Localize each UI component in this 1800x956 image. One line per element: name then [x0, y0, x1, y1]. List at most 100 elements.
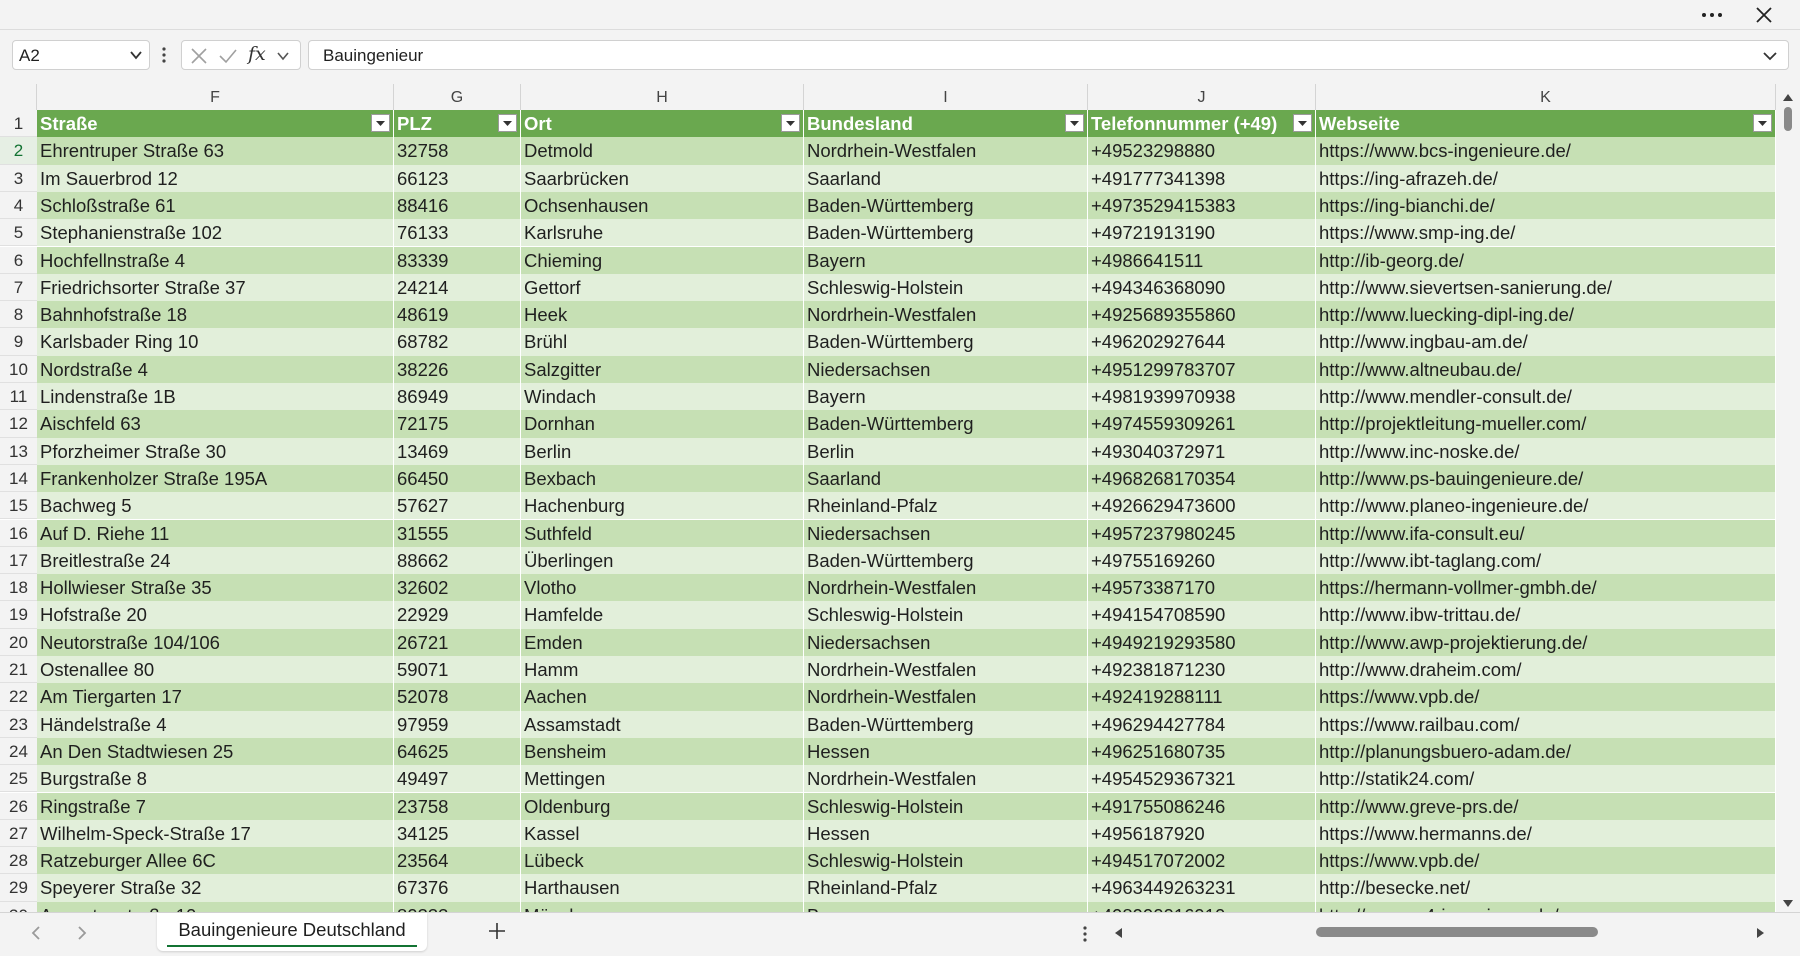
formula-input[interactable]: Bauingenieur: [308, 40, 1789, 70]
filter-dropdown-icon[interactable]: [1753, 114, 1772, 132]
table-cell[interactable]: Aachen: [521, 683, 804, 711]
table-cell[interactable]: Neutorstraße 104/106: [37, 628, 394, 656]
row-number[interactable]: 15: [0, 492, 37, 520]
table-cell[interactable]: +491777341398: [1088, 164, 1316, 192]
table-cell[interactable]: 48619: [394, 301, 521, 329]
table-cell[interactable]: 34125: [394, 819, 521, 848]
table-cell[interactable]: 13469: [394, 437, 521, 465]
table-cell[interactable]: https://www.hermanns.de/: [1316, 819, 1776, 848]
table-cell[interactable]: 76133: [394, 219, 521, 247]
row-number[interactable]: 9: [0, 328, 37, 356]
table-cell[interactable]: +492381871230: [1088, 656, 1316, 684]
table-cell[interactable]: https://www.railbau.com/: [1316, 710, 1776, 738]
table-cell[interactable]: http://www.planeo-ingenieure.de/: [1316, 492, 1776, 520]
table-cell[interactable]: Lübeck: [521, 847, 804, 875]
table-cell[interactable]: https://www.bcs-ingenieure.de/: [1316, 137, 1776, 165]
table-cell[interactable]: Bensheim: [521, 737, 804, 766]
table-cell[interactable]: Niedersachsen: [804, 628, 1088, 656]
table-cell[interactable]: Bahnhofstraße 18: [37, 301, 394, 329]
table-cell[interactable]: Aischfeld 63: [37, 410, 394, 438]
table-cell[interactable]: Wilhelm-Speck-Straße 17: [37, 819, 394, 848]
table-cell[interactable]: +4973529415383: [1088, 191, 1316, 220]
table-cell[interactable]: Saarland: [804, 164, 1088, 192]
table-cell[interactable]: Kassel: [521, 819, 804, 848]
table-cell[interactable]: 32758: [394, 137, 521, 165]
table-cell[interactable]: http://www.luecking-dipl-ing.de/: [1316, 301, 1776, 329]
row-number[interactable]: 13: [0, 437, 37, 465]
row-number[interactable]: 22: [0, 683, 37, 711]
table-cell[interactable]: Vlotho: [521, 574, 804, 602]
table-cell[interactable]: 52078: [394, 683, 521, 711]
table-cell[interactable]: Hamfelde: [521, 601, 804, 629]
row-number[interactable]: 29: [0, 874, 37, 902]
table-header-cell[interactable]: Straße: [37, 110, 394, 138]
table-cell[interactable]: 97959: [394, 710, 521, 738]
table-cell[interactable]: http://www.greve-prs.de/: [1316, 792, 1776, 820]
table-cell[interactable]: +491755086246: [1088, 792, 1316, 820]
table-cell[interactable]: Breitlestraße 24: [37, 546, 394, 575]
table-cell[interactable]: Nordrhein-Westfalen: [804, 137, 1088, 165]
table-header-cell[interactable]: Ort: [521, 110, 804, 138]
table-cell[interactable]: http://www.sievertsen-sanierung.de/: [1316, 273, 1776, 302]
table-cell[interactable]: +4956187920: [1088, 819, 1316, 848]
chevron-down-icon[interactable]: [276, 49, 290, 68]
table-cell[interactable]: 31555: [394, 519, 521, 547]
table-cell[interactable]: Schleswig-Holstein: [804, 792, 1088, 820]
expand-formula-icon[interactable]: [1762, 49, 1778, 68]
table-cell[interactable]: +4974559309261: [1088, 410, 1316, 438]
table-cell[interactable]: Chieming: [521, 246, 804, 274]
table-cell[interactable]: +496202927644: [1088, 328, 1316, 356]
row-number[interactable]: 27: [0, 819, 37, 848]
table-cell[interactable]: https://ing-bianchi.de/: [1316, 191, 1776, 220]
table-cell[interactable]: 64625: [394, 737, 521, 766]
table-cell[interactable]: Ratzeburger Allee 6C: [37, 847, 394, 875]
table-cell[interactable]: 66123: [394, 164, 521, 192]
table-cell[interactable]: http://www.awp-projektierung.de/: [1316, 628, 1776, 656]
table-cell[interactable]: Berlin: [521, 437, 804, 465]
table-cell[interactable]: Baden-Württemberg: [804, 410, 1088, 438]
table-cell[interactable]: 72175: [394, 410, 521, 438]
close-button[interactable]: [1742, 2, 1786, 28]
table-cell[interactable]: +4957237980245: [1088, 519, 1316, 547]
sheet-options-icon[interactable]: [1082, 925, 1088, 948]
column-header-j[interactable]: J: [1088, 84, 1316, 110]
table-cell[interactable]: http://www.ibt-taglang.com/: [1316, 546, 1776, 575]
chevron-down-icon[interactable]: [129, 48, 143, 67]
table-header-cell[interactable]: PLZ: [394, 110, 521, 138]
table-cell[interactable]: Hessen: [804, 737, 1088, 766]
table-cell[interactable]: 80333: [394, 901, 521, 912]
previous-sheet-icon[interactable]: [30, 925, 42, 946]
vertical-scrollbar[interactable]: [1776, 84, 1800, 912]
table-cell[interactable]: 83339: [394, 246, 521, 274]
table-cell[interactable]: Saarbrücken: [521, 164, 804, 192]
table-cell[interactable]: Mettingen: [521, 765, 804, 793]
table-cell[interactable]: Nordrhein-Westfalen: [804, 683, 1088, 711]
table-cell[interactable]: 23564: [394, 847, 521, 875]
filter-dropdown-icon[interactable]: [371, 114, 390, 132]
table-cell[interactable]: http://www.mendler-consult.de/: [1316, 383, 1776, 411]
table-cell[interactable]: http://statik24.com/: [1316, 765, 1776, 793]
table-cell[interactable]: +49523298880: [1088, 137, 1316, 165]
table-cell[interactable]: Schloßstraße 61: [37, 191, 394, 220]
table-cell[interactable]: An Den Stadtwiesen 25: [37, 737, 394, 766]
table-cell[interactable]: Niedersachsen: [804, 519, 1088, 547]
column-header-g[interactable]: G: [394, 84, 521, 110]
table-cell[interactable]: Oldenburg: [521, 792, 804, 820]
table-cell[interactable]: http://ib-georg.de/: [1316, 246, 1776, 274]
table-cell[interactable]: Harthausen: [521, 874, 804, 902]
row-number[interactable]: 12: [0, 410, 37, 438]
table-cell[interactable]: +494517072002: [1088, 847, 1316, 875]
table-cell[interactable]: Frankenholzer Straße 195A: [37, 464, 394, 493]
table-cell[interactable]: +49721913190: [1088, 219, 1316, 247]
table-cell[interactable]: 86949: [394, 383, 521, 411]
table-cell[interactable]: Bayern: [804, 246, 1088, 274]
table-cell[interactable]: Brühl: [521, 328, 804, 356]
table-cell[interactable]: Hofstraße 20: [37, 601, 394, 629]
table-cell[interactable]: +4954529367321: [1088, 765, 1316, 793]
table-cell[interactable]: Baden-Württemberg: [804, 710, 1088, 738]
row-number[interactable]: 16: [0, 519, 37, 547]
row-number[interactable]: 5: [0, 219, 37, 247]
table-cell[interactable]: Augustenstraße 10: [37, 901, 394, 912]
table-cell[interactable]: Assamstadt: [521, 710, 804, 738]
scroll-up-icon[interactable]: [1782, 89, 1794, 107]
